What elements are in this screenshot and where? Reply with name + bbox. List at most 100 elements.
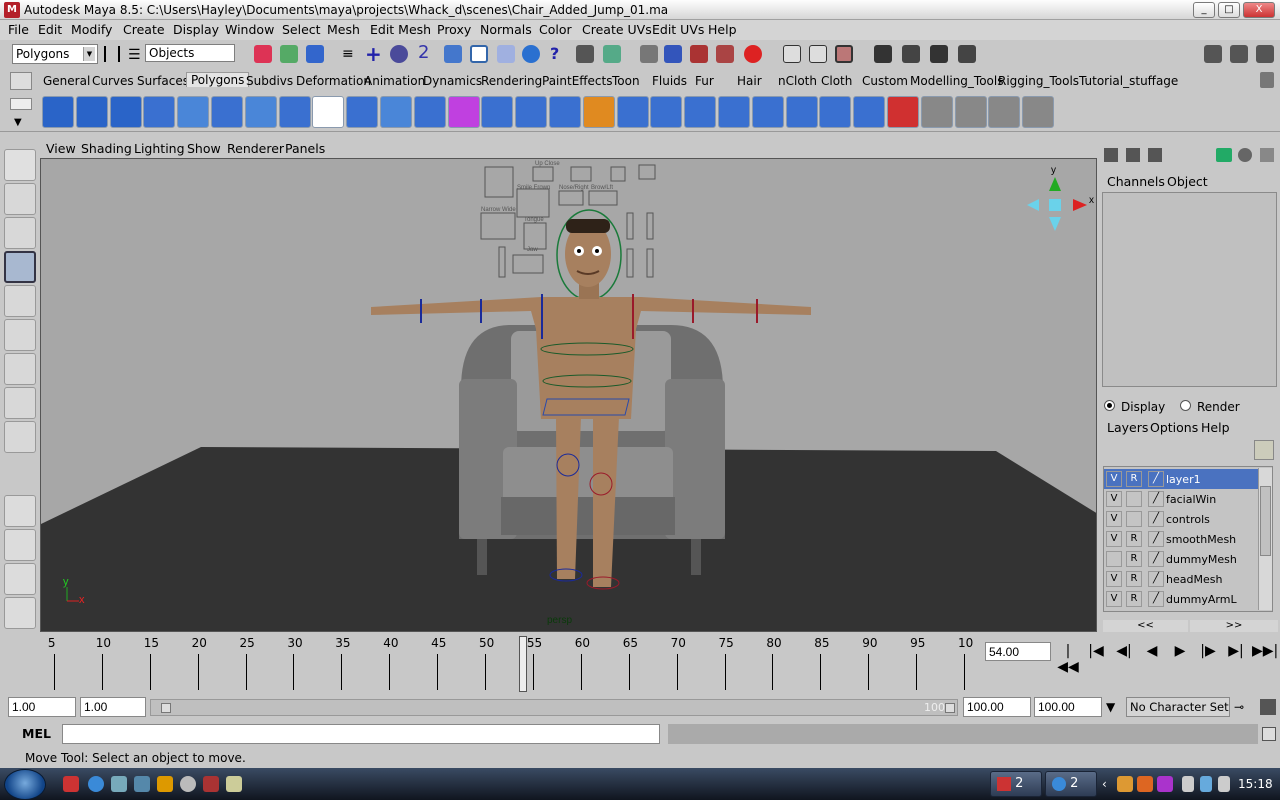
- paint-select-tool-icon[interactable]: [4, 217, 36, 249]
- panel-menu-shading[interactable]: Shading: [81, 141, 132, 156]
- taskbar-clock[interactable]: 15:18: [1238, 777, 1273, 791]
- layer-visibility-toggle[interactable]: V: [1106, 571, 1122, 587]
- shelf-tab-deformation[interactable]: Deformation: [296, 74, 371, 88]
- layer-scroll-left[interactable]: <<: [1103, 620, 1188, 632]
- dvd-icon[interactable]: [180, 776, 196, 792]
- layer-color-swatch[interactable]: ╱: [1148, 471, 1164, 487]
- layer-row[interactable]: V R ╱ headMesh: [1104, 569, 1260, 589]
- maya-quicklaunch-icon[interactable]: [63, 776, 79, 792]
- shelf-tab-painteffects[interactable]: PaintEffects: [542, 74, 612, 88]
- animation-preferences-icon[interactable]: [1260, 699, 1276, 715]
- layer-row[interactable]: V R ╱ layer1: [1104, 469, 1260, 489]
- maya-app-icon[interactable]: M: [4, 2, 20, 18]
- switch-windows-icon[interactable]: [134, 776, 150, 792]
- layer-color-swatch[interactable]: ╱: [1148, 491, 1164, 507]
- layer-display-type-toggle[interactable]: R: [1126, 571, 1142, 587]
- menu-modify[interactable]: Modify: [71, 22, 112, 37]
- layer-color-swatch[interactable]: ╱: [1148, 571, 1164, 587]
- chevron-down-icon[interactable]: ▼: [1106, 700, 1115, 714]
- lock-icon[interactable]: [576, 45, 594, 63]
- shelf-tool-icon[interactable]: [447, 96, 480, 128]
- shelf-tool-icon[interactable]: [515, 96, 548, 128]
- layer-color-swatch[interactable]: ╱: [1148, 531, 1164, 547]
- display-radio[interactable]: [1104, 400, 1115, 411]
- layer-display-type-toggle[interactable]: [1126, 491, 1142, 507]
- panel-menu-renderer[interactable]: Renderer: [227, 141, 284, 156]
- layer-editor-toggle-icon[interactable]: [1126, 148, 1140, 162]
- snap-curve-icon[interactable]: [390, 45, 408, 63]
- chevron-down-icon[interactable]: ▼: [14, 117, 22, 128]
- shelf-tool-icon[interactable]: [616, 96, 649, 128]
- time-slider[interactable]: 5 10 15 20 25 30 35 40 45 50 55 60 65 70 75 80 85 90 95 10: [10, 636, 982, 692]
- playback-button[interactable]: |▶: [1196, 643, 1220, 659]
- select-by-object-type-icon[interactable]: [280, 45, 298, 63]
- show-channel-box-icon[interactable]: [1256, 45, 1274, 63]
- shelf-tab-rendering[interactable]: Rendering: [481, 74, 542, 88]
- shelf-tool-icon[interactable]: [920, 96, 953, 128]
- internet-explorer-icon[interactable]: [88, 776, 104, 792]
- taskbar-ie-group[interactable]: 2: [1045, 771, 1097, 797]
- tray-network-icon[interactable]: [1200, 776, 1212, 792]
- shelf-tool-icon[interactable]: [346, 96, 379, 128]
- layer-list-scrollbar[interactable]: [1258, 468, 1272, 610]
- shelf-tool-icon[interactable]: [853, 96, 886, 128]
- shelf-tool-icon[interactable]: [650, 96, 683, 128]
- command-input[interactable]: [62, 724, 660, 744]
- shelf-tool-icon[interactable]: [75, 96, 108, 128]
- make-live-icon[interactable]: [470, 45, 488, 63]
- shelf-tool-icon[interactable]: [109, 96, 142, 128]
- shelf-tool-icon[interactable]: [42, 96, 74, 128]
- menu-window[interactable]: Window: [225, 22, 274, 37]
- shelf-tool-icon[interactable]: [582, 96, 615, 128]
- hypershade-icon[interactable]: [716, 45, 734, 63]
- shelf-tool-icon[interactable]: [718, 96, 750, 128]
- input-line-icon[interactable]: [783, 45, 801, 63]
- shelf-tab-ncloth[interactable]: nCloth: [778, 74, 817, 88]
- mel-label[interactable]: MEL: [22, 726, 51, 741]
- menu-edit[interactable]: Edit: [38, 22, 62, 37]
- menu-mesh[interactable]: Mesh: [327, 22, 360, 37]
- attribute-editor-icon[interactable]: [1238, 148, 1252, 162]
- select-by-hierarchy-icon[interactable]: [254, 45, 272, 63]
- rotate-tool-icon[interactable]: [4, 285, 36, 317]
- current-time-field[interactable]: [985, 642, 1051, 661]
- playback-button[interactable]: ◀|: [1112, 643, 1136, 659]
- mask-icon[interactable]: ≡: [342, 46, 354, 62]
- show-attribute-editor-icon[interactable]: [1204, 45, 1222, 63]
- single-perspective-layout-icon[interactable]: [4, 495, 36, 527]
- tray-battery-icon[interactable]: [1182, 776, 1194, 792]
- character-set-dropdown[interactable]: No Character Set: [1126, 697, 1230, 717]
- shelf-tab-fur[interactable]: Fur: [695, 74, 714, 88]
- menu-normals[interactable]: Normals: [480, 22, 532, 37]
- output-icon[interactable]: [809, 45, 827, 63]
- show-desktop-icon[interactable]: [111, 776, 127, 792]
- help-menu[interactable]: Help: [1201, 420, 1230, 435]
- menu-edit-mesh[interactable]: Edit Mesh: [370, 22, 431, 37]
- menu-set-dropdown[interactable]: Polygons ▼: [12, 44, 98, 64]
- render-globals-icon[interactable]: [958, 45, 976, 63]
- script-editor-icon[interactable]: [1262, 727, 1276, 741]
- shelf-tool-icon[interactable]: [988, 96, 1021, 128]
- shelf-menu-icon[interactable]: [10, 72, 32, 90]
- ipr-render-icon[interactable]: [664, 45, 682, 63]
- layer-row[interactable]: V ╱ controls: [1104, 509, 1260, 529]
- menu-select[interactable]: Select: [282, 22, 321, 37]
- layers-menu[interactable]: Layers: [1107, 420, 1148, 435]
- playback-start-field[interactable]: [80, 697, 146, 717]
- layer-display-type-toggle[interactable]: R: [1126, 551, 1142, 567]
- menu-display[interactable]: Display: [173, 22, 219, 37]
- tray-app-icon[interactable]: [1157, 776, 1173, 792]
- render-settings-icon[interactable]: [690, 45, 708, 63]
- layer-color-swatch[interactable]: ╱: [1148, 551, 1164, 567]
- selection-mask-field[interactable]: Objects: [145, 44, 235, 62]
- shelf-tool-icon[interactable]: [819, 96, 852, 128]
- panel-menu-view[interactable]: View: [46, 141, 76, 156]
- key-icon[interactable]: ⊸: [1234, 700, 1244, 714]
- layer-color-swatch[interactable]: ╱: [1148, 591, 1164, 607]
- notes-icon[interactable]: [226, 776, 242, 792]
- menu-create[interactable]: Create: [123, 22, 165, 37]
- tray-volume-icon[interactable]: [1218, 776, 1230, 792]
- shelf-tool-icon[interactable]: [751, 96, 784, 128]
- create-layer-icon[interactable]: [1254, 440, 1274, 460]
- shelf-tab-toon[interactable]: Toon: [612, 74, 640, 88]
